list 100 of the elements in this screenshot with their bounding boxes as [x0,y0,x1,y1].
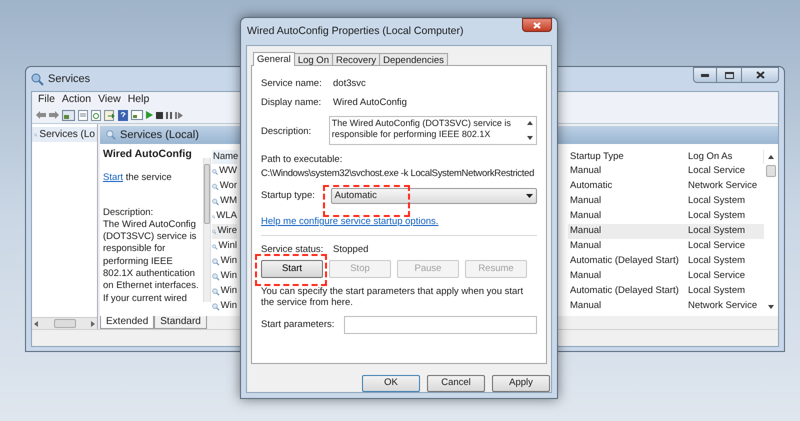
service-icon [34,130,38,138]
table-row[interactable]: Win [212,284,237,299]
dialog-button[interactable]: OK [362,375,420,392]
minimize-button[interactable] [693,67,717,83]
start-parameters-field[interactable] [344,316,537,334]
note-text: You can specify the start parameters that apply when you start the service from here. [261,286,524,308]
service-icon [212,212,216,220]
stop-icon[interactable] [156,112,163,118]
maximize-button[interactable] [717,67,741,83]
disabled-service-control-button: Pause [397,260,459,278]
scroll-thumb[interactable] [54,319,76,328]
table-cell-text: Wor [220,179,237,194]
tab[interactable]: Recovery [332,53,380,65]
scroll-up-icon[interactable] [768,155,774,160]
start-link[interactable]: Start [103,172,124,184]
path-text: C:\Windows\system32\svchost.exe -k LocalSystemNetworkRestricted [261,168,534,180]
table-cell-text: Win [220,269,237,284]
service-icon [212,168,218,176]
field-value: dot3svc [333,76,366,91]
table-row[interactable]: Win [212,299,237,314]
description-text: The Wired AutoConfig (DOT3SVC) service is responsible for performing IEEE 802.1X authentication on Ethernet interfaces. If your current wired [103,218,200,305]
horizontal-scrollbar[interactable] [32,317,97,329]
table-cell-text: Win [220,254,237,268]
column-header[interactable]: Name [212,150,237,164]
description-label: Description: [103,206,154,219]
view-tab[interactable]: Standard [154,316,207,329]
service-icon [212,228,216,236]
table-cell-text: Local System [687,194,746,208]
table-cell-text: Local System [687,209,746,224]
scroll-thumb[interactable] [766,165,776,177]
scroll-left-icon[interactable] [34,320,38,326]
window-icon[interactable] [131,110,143,120]
close-icon [756,71,764,79]
field-label: Display name: [261,96,322,110]
table-cell-text: Win [220,284,237,298]
table-cell-text: Manual [569,299,602,314]
close-button[interactable] [741,67,779,83]
forward-icon[interactable] [49,111,59,119]
service-control-button[interactable]: Start [261,260,323,278]
table-row[interactable]: Winl [212,239,237,254]
dialog-button[interactable]: Cancel [427,375,485,392]
field-label: Description: [261,125,312,139]
table-row[interactable]: Win [212,254,237,269]
minimize-icon [701,74,709,76]
pause-icon[interactable] [166,112,172,118]
tab[interactable]: Dependencies [379,53,448,65]
refresh-icon[interactable] [91,110,101,120]
help-icon[interactable] [118,110,128,120]
service-icon [212,198,220,206]
table-cell-text: Local System [687,254,746,268]
service-icon [212,272,220,280]
view-tab[interactable]: Extended [100,316,154,329]
menu-item[interactable]: Action [58,92,94,108]
table-cell-text: Manual [569,239,602,254]
menu-item[interactable]: File [35,92,58,108]
table-cell-text: WLA [216,209,237,224]
table-cell-text: Winl [218,239,237,254]
table-cell-text: WM [220,194,237,208]
help-link[interactable]: Help me configure service startup options. [261,215,438,227]
table-cell-text: Manual [569,194,602,208]
menu-item[interactable]: View [95,92,124,108]
table-row[interactable]: WW [212,164,237,179]
window-title: Services [48,72,90,87]
pane-title: Services (Local) [120,128,199,143]
table-row[interactable]: WLA [212,209,237,224]
startup-type-dropdown[interactable]: Automatic [330,188,537,204]
table-row[interactable]: Wor [212,179,237,194]
dialog-button[interactable]: Apply [492,375,550,392]
column-header[interactable]: Log On As [686,150,764,164]
table-cell-text: Win [220,299,237,314]
scroll-down-icon[interactable] [768,304,774,308]
tab[interactable]: General [253,52,295,66]
field-label: Service name: [261,76,323,91]
dropdown-arrow-icon [526,194,533,198]
properties-icon[interactable] [78,110,88,120]
table-row[interactable]: Wire [212,224,237,239]
start-service-text: Start the service [103,172,173,185]
column-header[interactable]: Startup Type [568,150,686,164]
service-icon [212,302,220,310]
scroll-right-icon[interactable] [91,320,95,326]
service-icon [212,242,218,250]
close-button[interactable] [522,18,552,32]
field-label: Start parameters: [261,318,336,332]
maximize-icon [724,72,734,78]
scroll-down-icon[interactable] [527,136,533,140]
console-tree-icon[interactable] [62,110,75,120]
export-icon[interactable] [104,110,115,120]
menu-item[interactable]: Help [124,92,152,108]
table-row[interactable]: Win [212,269,237,284]
table-cell-text: Automatic (Delayed Start) [569,284,680,298]
restart-icon[interactable] [175,112,183,118]
back-icon[interactable] [36,111,46,119]
table-row[interactable]: WM [212,194,237,209]
table-cell-text: WW [219,164,237,178]
vertical-scrollbar[interactable] [203,158,211,302]
table-cell-text: Local Service [687,239,746,254]
tab[interactable]: Log On [294,53,333,65]
description-text: The Wired AutoConfig (DOT3SVC) service is responsible for performing IEEE 802.1X [332,118,511,139]
table-cell-text: Local Service [687,269,746,284]
tree-item[interactable]: Services (Lo [32,127,97,142]
